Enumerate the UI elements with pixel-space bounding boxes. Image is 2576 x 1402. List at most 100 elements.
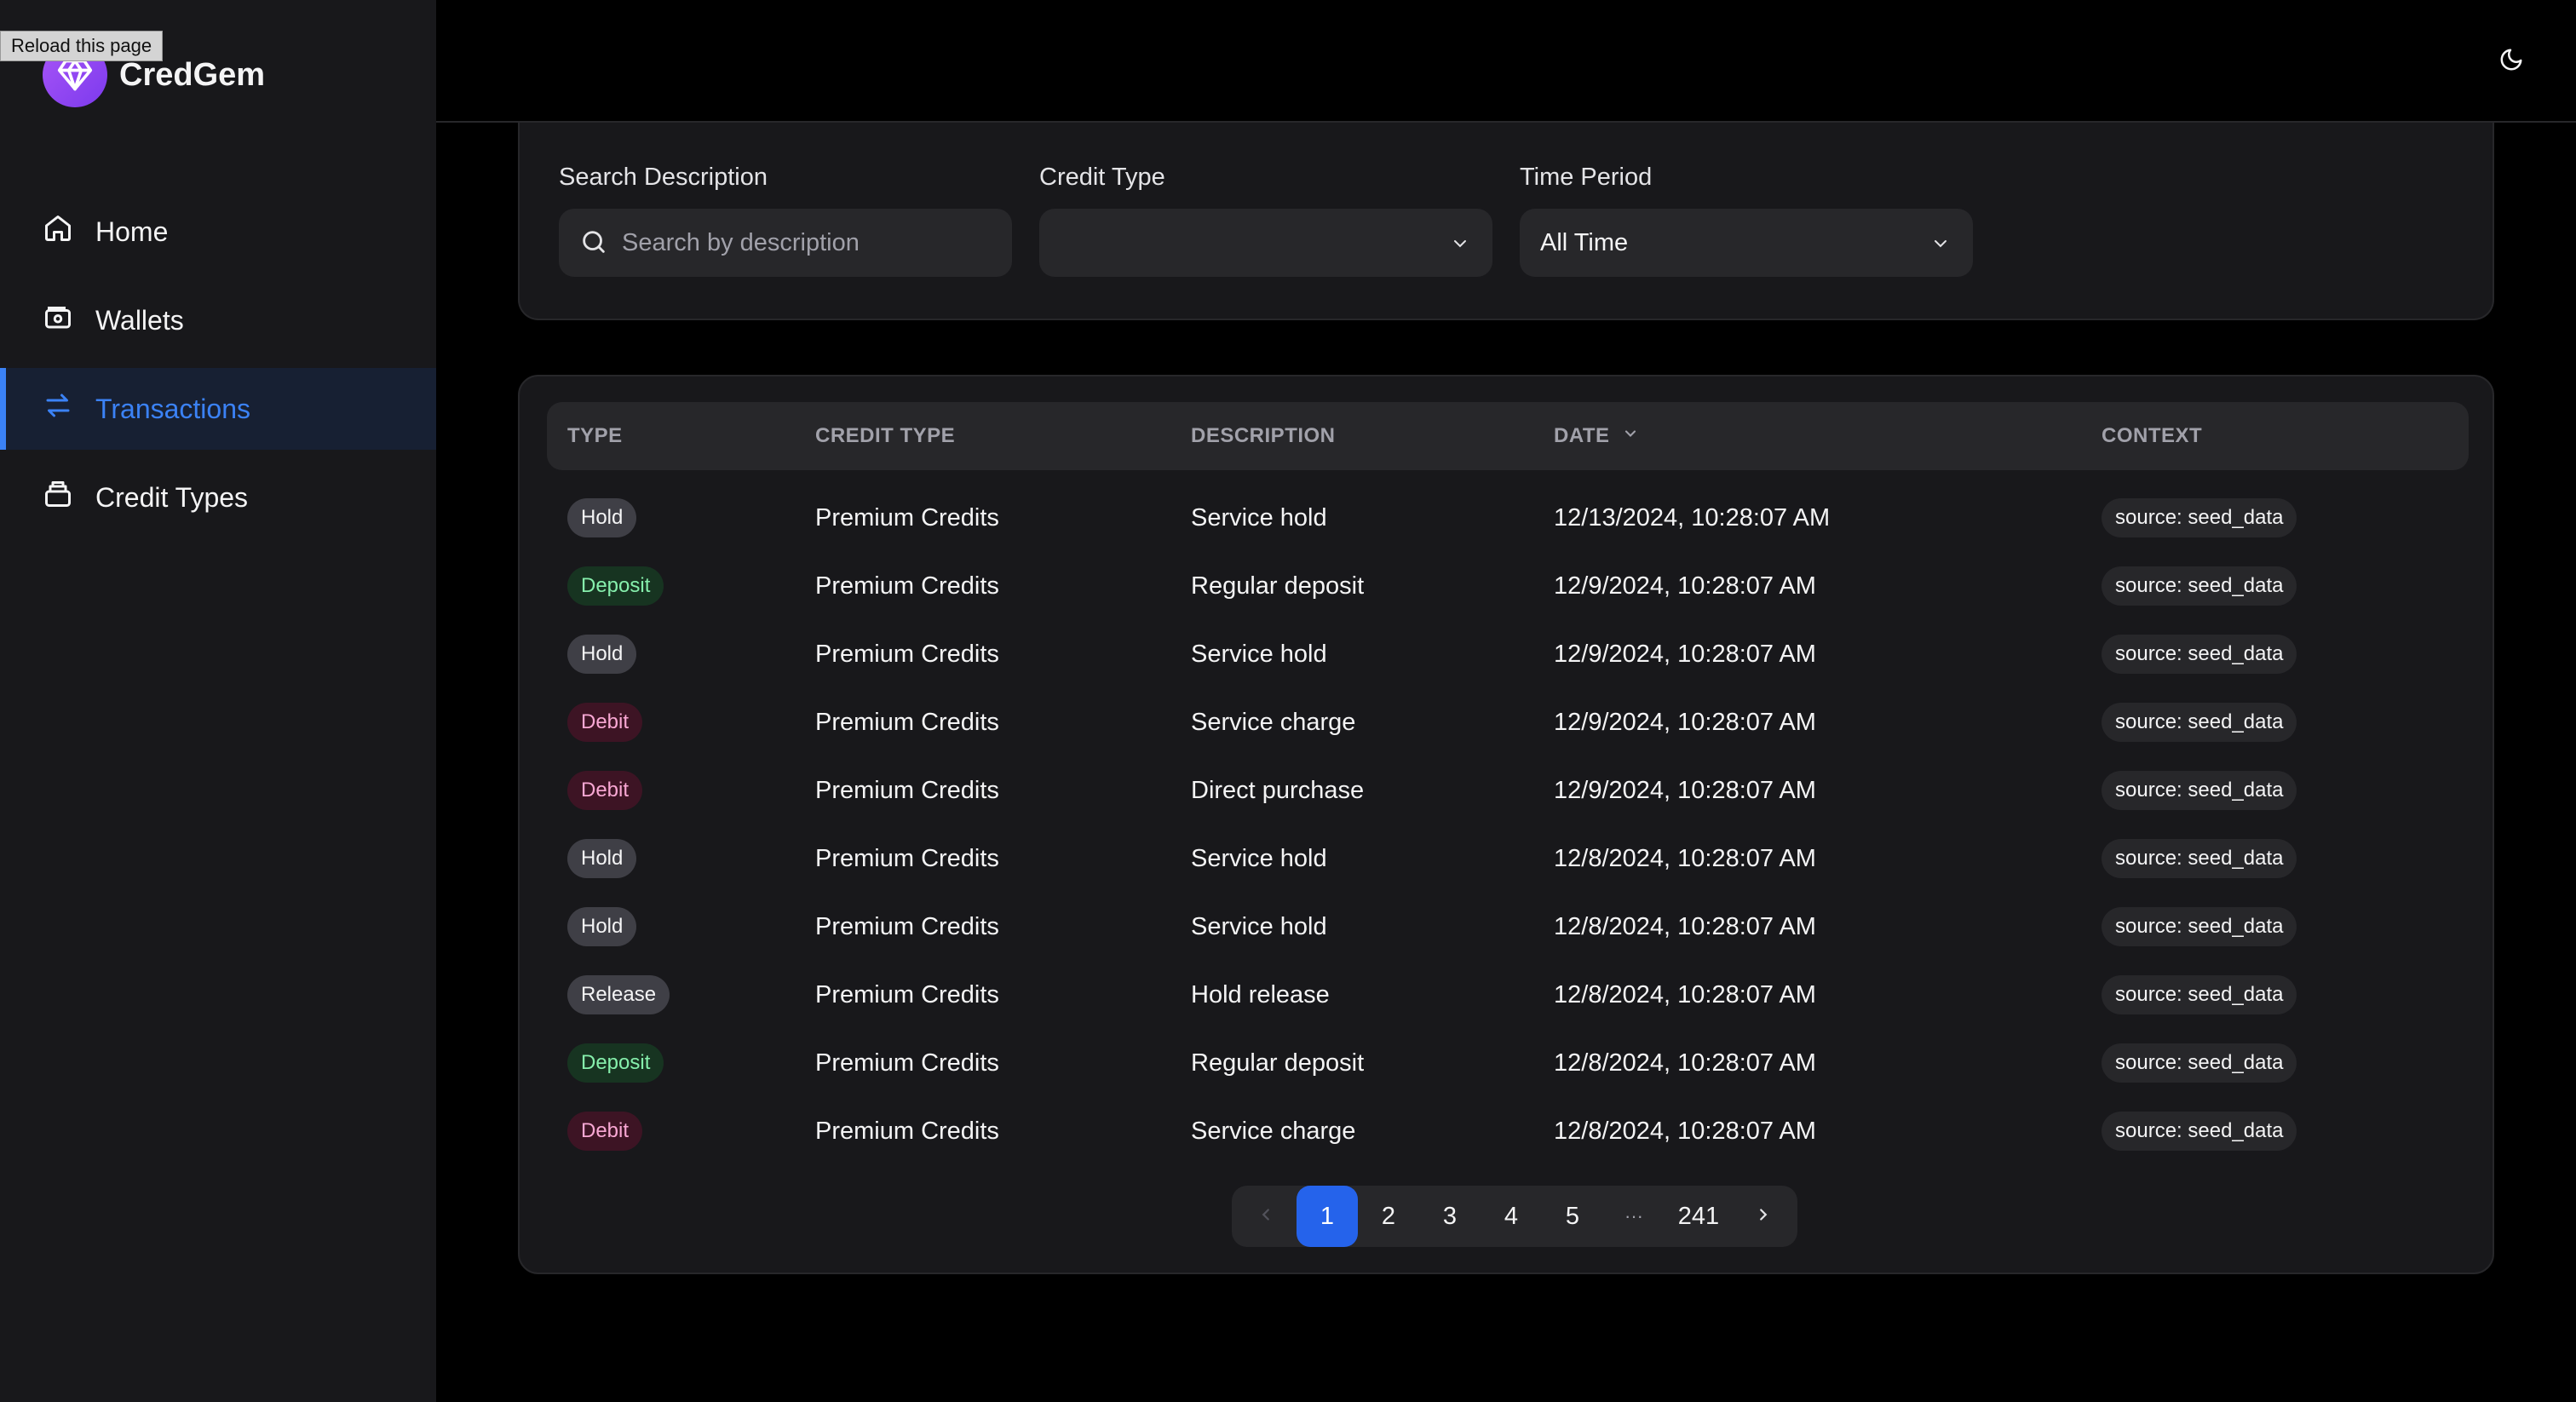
table-row[interactable]: Hold Premium Credits Service hold 12/8/2024… <box>547 893 2469 961</box>
pagination-ellipsis: ··· <box>1624 1205 1643 1227</box>
header-type[interactable]: TYPE <box>567 402 623 470</box>
moon-icon <box>2498 47 2524 77</box>
cell-credit-type: Premium Credits <box>815 912 999 940</box>
type-badge: Release <box>567 975 670 1014</box>
cell-type: Debit <box>567 756 643 825</box>
page-button-2[interactable]: 2 <box>1358 1186 1419 1247</box>
type-badge: Hold <box>567 498 637 537</box>
table-row[interactable]: Release Premium Credits Hold release 12/8/2… <box>547 961 2469 1029</box>
sidebar-item-label: Credit Types <box>95 481 249 513</box>
header-description[interactable]: DESCRIPTION <box>1191 402 1336 470</box>
header-date[interactable]: DATE <box>1554 402 1639 470</box>
cell-context: source: seed_data <box>2102 825 2297 893</box>
cell-description: Service hold <box>1191 912 1327 940</box>
sidebar-item-label: Transactions <box>95 393 250 424</box>
header-date-label: DATE <box>1554 424 1610 447</box>
top-header <box>436 0 2576 123</box>
credit-type-label: Credit Type <box>1039 164 1165 191</box>
context-badge: source: seed_data <box>2102 975 2297 1014</box>
page-button-3[interactable]: 3 <box>1419 1186 1481 1247</box>
cell-date: 12/8/2024, 10:28:07 AM <box>1554 1117 1816 1145</box>
cell-description: Service hold <box>1191 503 1327 531</box>
header-credit-type[interactable]: CREDIT TYPE <box>815 402 955 470</box>
home-icon <box>43 213 73 250</box>
brand-name: CredGem <box>119 56 266 93</box>
page-button-5[interactable]: 5 <box>1542 1186 1603 1247</box>
cell-date: 12/9/2024, 10:28:07 AM <box>1554 708 1816 736</box>
context-badge: source: seed_data <box>2102 566 2297 606</box>
type-badge: Hold <box>567 907 637 946</box>
cell-credit-type: Premium Credits <box>815 1049 999 1077</box>
chevron-down-icon <box>1930 233 1951 261</box>
type-badge: Debit <box>567 703 643 742</box>
sidebar-item-credit-types[interactable]: Credit Types <box>0 457 436 538</box>
table-row[interactable]: Hold Premium Credits Service hold 12/9/2024… <box>547 620 2469 688</box>
time-period-value: All Time <box>1540 228 1629 256</box>
theme-toggle-button[interactable] <box>2494 44 2528 78</box>
cell-date: 12/8/2024, 10:28:07 AM <box>1554 912 1816 940</box>
cell-credit-type: Premium Credits <box>815 503 999 531</box>
type-badge: Hold <box>567 635 637 674</box>
table-row[interactable]: Hold Premium Credits Service hold 12/8/2024… <box>547 825 2469 893</box>
type-badge: Debit <box>567 771 643 810</box>
context-badge: source: seed_data <box>2102 771 2297 810</box>
cell-credit-type: Premium Credits <box>815 572 999 600</box>
cell-description: Service charge <box>1191 708 1356 736</box>
cell-type: Deposit <box>567 1029 664 1097</box>
sidebar-item-wallets[interactable]: Wallets <box>0 279 436 361</box>
cell-type: Release <box>567 961 670 1029</box>
context-badge: source: seed_data <box>2102 703 2297 742</box>
table-header: TYPE CREDIT TYPE DESCRIPTION DATE CONTEX… <box>547 402 2469 470</box>
cell-description: Regular deposit <box>1191 572 1365 600</box>
time-period-select[interactable]: All Time <box>1520 209 1973 277</box>
chevron-right-icon <box>1754 1203 1773 1231</box>
sidebar-item-transactions[interactable]: Transactions <box>0 368 436 450</box>
sidebar: CredGem Reload this page Home Wallets Tr… <box>0 0 436 1402</box>
cell-type: Hold <box>567 620 637 688</box>
wallet-icon <box>43 302 73 339</box>
search-field: Search Description <box>559 164 1012 277</box>
cell-credit-type: Premium Credits <box>815 640 999 668</box>
cell-date: 12/9/2024, 10:28:07 AM <box>1554 572 1816 600</box>
cell-context: source: seed_data <box>2102 893 2297 961</box>
cell-credit-type: Premium Credits <box>815 844 999 872</box>
cell-context: source: seed_data <box>2102 756 2297 825</box>
credit-type-select[interactable] <box>1039 209 1492 277</box>
search-box[interactable] <box>559 209 1012 277</box>
cell-context: source: seed_data <box>2102 552 2297 620</box>
search-input[interactable] <box>622 228 992 257</box>
context-badge: source: seed_data <box>2102 907 2297 946</box>
sidebar-item-home[interactable]: Home <box>0 191 436 273</box>
reload-tooltip: Reload this page <box>0 31 164 61</box>
type-badge: Hold <box>567 839 637 878</box>
time-period-label: Time Period <box>1520 164 1653 191</box>
cell-description: Regular deposit <box>1191 1049 1365 1077</box>
context-badge: source: seed_data <box>2102 635 2297 674</box>
sidebar-item-label: Wallets <box>95 304 184 336</box>
arrows-exchange-icon <box>43 390 73 428</box>
cell-type: Hold <box>567 893 637 961</box>
cell-type: Debit <box>567 688 643 756</box>
page-button-4[interactable]: 4 <box>1481 1186 1542 1247</box>
cell-description: Service hold <box>1191 844 1327 872</box>
cell-description: Service charge <box>1191 1117 1356 1145</box>
sidebar-item-label: Home <box>95 215 169 247</box>
cell-date: 12/13/2024, 10:28:07 AM <box>1554 503 1831 531</box>
table-row[interactable]: Debit Premium Credits Service charge 12/8/2… <box>547 1097 2469 1165</box>
cell-type: Debit <box>567 1097 643 1165</box>
prev-page-button[interactable] <box>1235 1186 1297 1247</box>
table-row[interactable]: Debit Premium Credits Service charge 12/9/2… <box>547 688 2469 756</box>
page-button-last[interactable]: 241 <box>1665 1186 1733 1247</box>
cell-type: Deposit <box>567 552 664 620</box>
filter-panel: Search Description Credit Type Time Peri… <box>518 123 2494 320</box>
sort-chevron-down-icon <box>1622 424 1639 448</box>
page-button-1[interactable]: 1 <box>1297 1186 1358 1247</box>
table-row[interactable]: Hold Premium Credits Service hold 12/13/202… <box>547 484 2469 552</box>
table-row[interactable]: Debit Premium Credits Direct purchase 12/9/… <box>547 756 2469 825</box>
header-context[interactable]: CONTEXT <box>2102 402 2202 470</box>
next-page-button[interactable] <box>1733 1186 1794 1247</box>
cell-credit-type: Premium Credits <box>815 1117 999 1145</box>
cell-context: source: seed_data <box>2102 484 2297 552</box>
table-row[interactable]: Deposit Premium Credits Regular deposit 12/… <box>547 1029 2469 1097</box>
table-row[interactable]: Deposit Premium Credits Regular deposit 12/… <box>547 552 2469 620</box>
